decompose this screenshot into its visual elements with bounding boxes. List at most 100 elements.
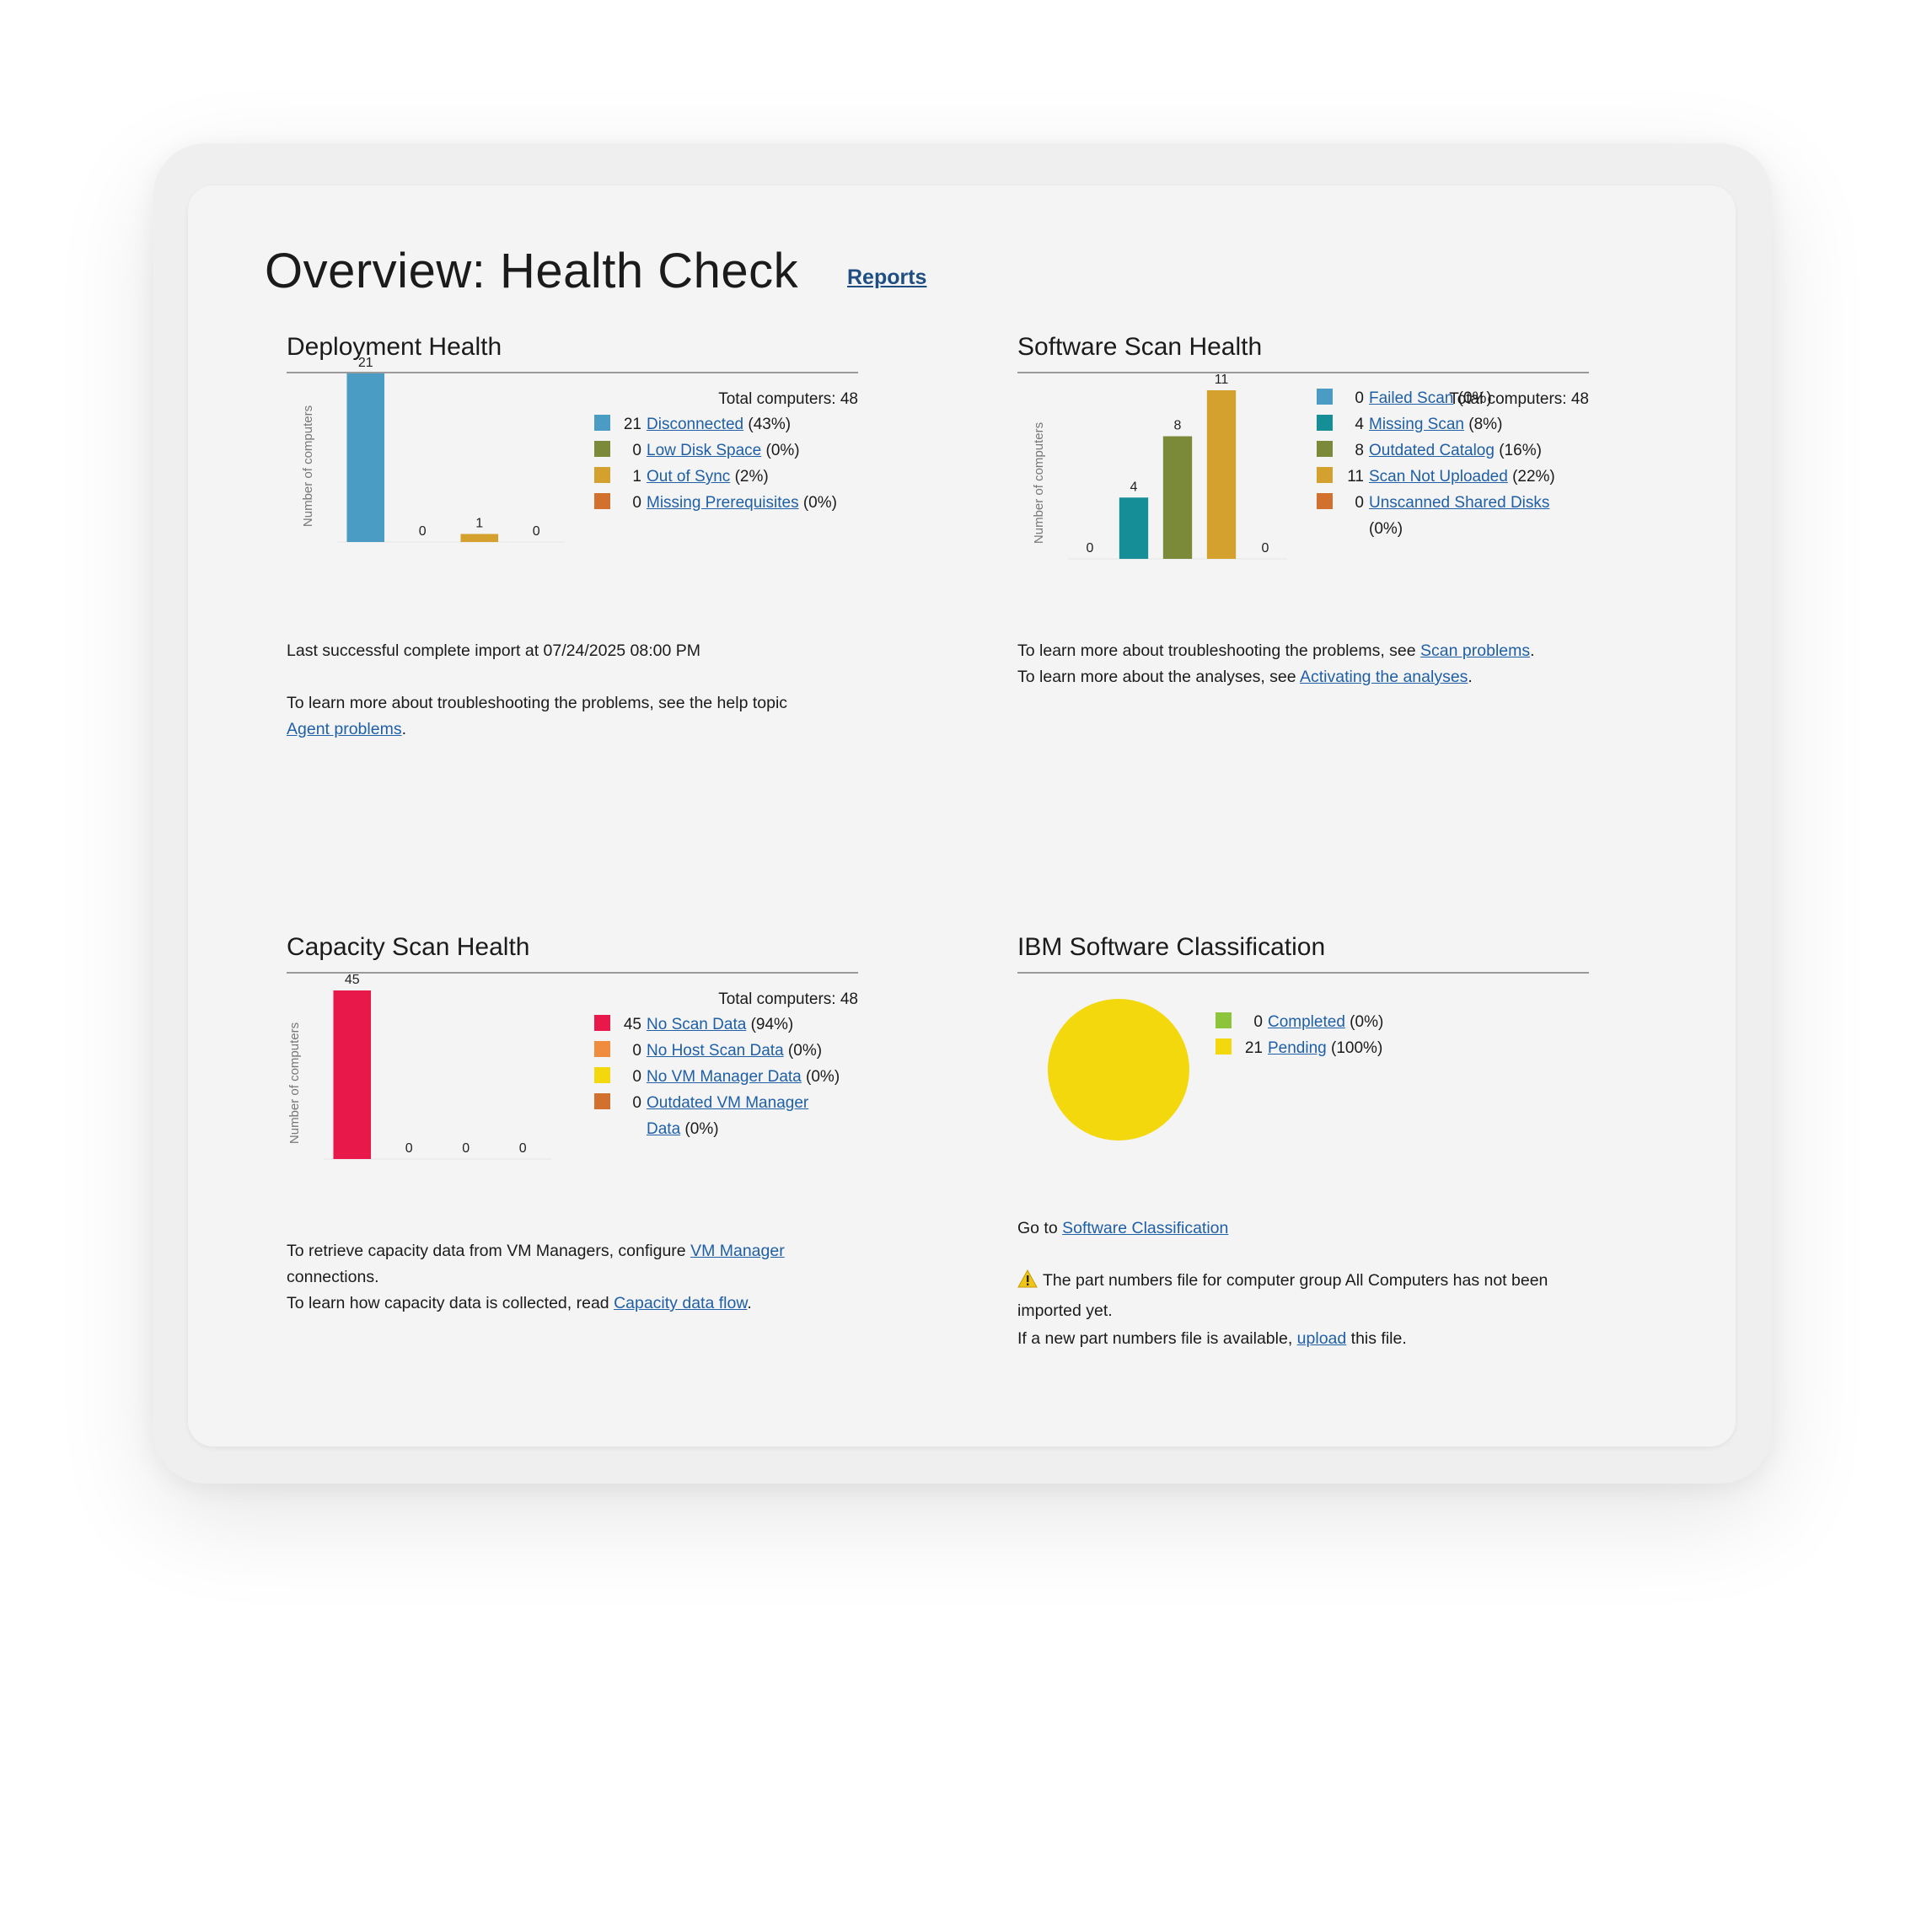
pie-slice-pending[interactable] xyxy=(1048,999,1189,1140)
bar-missing-scan[interactable] xyxy=(1119,497,1149,559)
legend-swatch xyxy=(1317,389,1333,405)
legend-count: 8 xyxy=(1355,442,1364,459)
bar-no-scan-data[interactable] xyxy=(333,990,372,1159)
legend-swatch xyxy=(594,1093,610,1109)
legend-swatch xyxy=(594,467,610,483)
legend-item: 21 Pending (100%) xyxy=(1216,1035,1383,1061)
upload-text: If a new part numbers file is available,… xyxy=(1017,1326,1607,1352)
deployment-bar-chart: Number of computers 21 0 1 0 xyxy=(301,356,565,543)
agent-problems-link[interactable]: Agent problems xyxy=(287,720,402,738)
legend-swatch xyxy=(594,1041,610,1057)
legend-item: 45 No Scan Data (94%) xyxy=(594,1012,840,1038)
analyses-end: . xyxy=(1468,668,1473,686)
bar-value-label: 1 xyxy=(475,516,483,530)
legend-percent: (22%) xyxy=(1512,468,1555,486)
legend-link-wrap: Data (0%) xyxy=(616,1116,840,1142)
bar-value-label: 45 xyxy=(345,973,360,987)
legend-link-completed[interactable]: Completed xyxy=(1268,1013,1345,1031)
legend-link-missing-scan[interactable]: Missing Scan xyxy=(1369,416,1464,433)
legend-swatch xyxy=(594,1015,610,1031)
software-scan-health-panel: Software Scan Health Total computers: 48… xyxy=(1017,333,1589,771)
legend-percent: (0%) xyxy=(806,1068,840,1086)
scan-problems-link[interactable]: Scan problems xyxy=(1420,641,1530,660)
reports-link[interactable]: Reports xyxy=(847,266,926,290)
bar-scan-not-uploaded[interactable] xyxy=(1206,390,1237,559)
total-computers: Total computers: 48 xyxy=(718,390,858,408)
help-text: To learn more about troubleshooting the … xyxy=(287,690,858,743)
legend-item: 4 Missing Scan (8%) xyxy=(1317,411,1555,437)
legend-item: 21 Disconnected (43%) xyxy=(594,411,837,437)
scan-problems-end: . xyxy=(1530,641,1535,660)
bar-value-label: 0 xyxy=(1262,541,1269,555)
legend-link-no-vm-manager-data[interactable]: No VM Manager Data xyxy=(647,1068,802,1086)
vm-manager-link[interactable]: VM Manager xyxy=(690,1242,785,1260)
warning-body: The part numbers file for computer group… xyxy=(1017,1271,1548,1320)
vm-manager-tail: connections. xyxy=(287,1268,379,1286)
bar-disconnected[interactable] xyxy=(346,373,385,542)
legend-link-out-of-sync[interactable]: Out of Sync xyxy=(647,468,730,486)
legend-item: 8 Outdated Catalog (16%) xyxy=(1317,437,1555,464)
capacity-data-flow-link[interactable]: Capacity data flow xyxy=(614,1294,747,1312)
legend-link-unscanned-shared-disks[interactable]: Unscanned Shared Disks xyxy=(1369,494,1549,512)
legend-link-failed-scan[interactable]: Failed Scan xyxy=(1369,389,1453,407)
panel-title: IBM Software Classification xyxy=(1017,933,1589,974)
software-scan-bar-chart: Number of computers 0 4 8 11 0 xyxy=(1032,373,1287,560)
analyses-body: To learn more about the analyses, see xyxy=(1017,668,1296,686)
legend-link-disconnected[interactable]: Disconnected xyxy=(647,416,743,433)
last-import-text: Last successful complete import at 07/24… xyxy=(287,641,701,660)
bar-value-label: 4 xyxy=(1130,480,1138,494)
bar-value-label: 0 xyxy=(462,1141,470,1156)
upload-link[interactable]: upload xyxy=(1297,1329,1347,1348)
bar-value-label: 0 xyxy=(1087,541,1094,555)
capacity-legend: 45 No Scan Data (94%) 0 No Host Scan Data … xyxy=(594,1012,840,1142)
upload-end: this file. xyxy=(1350,1329,1407,1348)
bar-out-of-sync[interactable] xyxy=(460,534,499,542)
total-computers: Total computers: 48 xyxy=(718,990,858,1008)
legend-link-pending[interactable]: Pending xyxy=(1268,1039,1327,1057)
software-classification-link[interactable]: Software Classification xyxy=(1062,1219,1228,1237)
legend-link-no-host-scan-data[interactable]: No Host Scan Data xyxy=(647,1042,784,1060)
legend-link-scan-not-uploaded[interactable]: Scan Not Uploaded xyxy=(1369,468,1508,486)
scan-problems-body: To learn more about troubleshooting the … xyxy=(1017,641,1416,660)
vm-manager-text: To retrieve capacity data from VM Manage… xyxy=(287,1238,877,1291)
bar-value-label: 0 xyxy=(419,524,427,539)
legend-link-outdated-vm-manager-data[interactable]: Outdated VM Manager xyxy=(647,1094,808,1112)
capacity-scan-health-panel: Capacity Scan Health Total computers: 48… xyxy=(287,933,858,1371)
legend-swatch xyxy=(594,441,610,457)
legend-count: 0 xyxy=(1355,494,1364,512)
page-title: Overview: Health Check xyxy=(265,244,799,298)
legend-link-outdated-vm-manager-data-cont[interactable]: Data xyxy=(647,1120,680,1138)
bar-outdated-catalog[interactable] xyxy=(1162,436,1193,559)
software-scan-notes: To learn more about troubleshooting the … xyxy=(1017,638,1607,690)
scan-problems-text: To learn more about troubleshooting the … xyxy=(1017,638,1607,664)
deployment-notes: Last successful complete import at 07/24… xyxy=(287,638,858,743)
activating-analyses-link[interactable]: Activating the analyses xyxy=(1300,668,1468,686)
upload-body: If a new part numbers file is available, xyxy=(1017,1329,1293,1348)
classification-notes: Go to Software Classification The part n… xyxy=(1017,1216,1607,1352)
legend-item: 0 Low Disk Space (0%) xyxy=(594,437,837,464)
legend-swatch xyxy=(1216,1012,1232,1028)
capacity-bar-chart: Number of computers 45 0 0 0 xyxy=(287,973,551,1160)
legend-link-outdated-catalog[interactable]: Outdated Catalog xyxy=(1369,442,1495,459)
legend-item: 0 Outdated VM Manager Data (0%) xyxy=(594,1090,840,1142)
bar-value-label: 0 xyxy=(405,1141,413,1156)
legend-percent: (0%) xyxy=(684,1120,719,1138)
legend-percent: (0%) xyxy=(1457,389,1492,407)
legend-item: 0 No VM Manager Data (0%) xyxy=(594,1064,840,1090)
legend-count: 0 xyxy=(1253,1013,1263,1031)
legend-link-missing-prerequisites[interactable]: Missing Prerequisites xyxy=(647,494,799,512)
deployment-health-panel: Deployment Health Total computers: 48 Nu… xyxy=(287,333,858,771)
legend-count: 0 xyxy=(632,1094,641,1112)
legend-percent: (0%) xyxy=(787,1042,823,1060)
legend-count: 4 xyxy=(1355,416,1364,433)
legend-count: 11 xyxy=(1347,468,1364,486)
legend-count: 1 xyxy=(632,468,641,486)
legend-item: 0 No Host Scan Data (0%) xyxy=(594,1038,840,1064)
legend-swatch xyxy=(1317,441,1333,457)
legend-link-no-scan-data[interactable]: No Scan Data xyxy=(647,1016,746,1033)
classification-legend: 0 Completed (0%) 21 Pending (100%) xyxy=(1216,1009,1383,1061)
bar-value-label: 0 xyxy=(519,1141,527,1156)
legend-item: 0 Missing Prerequisites (0%) xyxy=(594,490,837,516)
legend-item: 0 Completed (0%) xyxy=(1216,1009,1383,1035)
legend-link-low-disk-space[interactable]: Low Disk Space xyxy=(647,442,761,459)
